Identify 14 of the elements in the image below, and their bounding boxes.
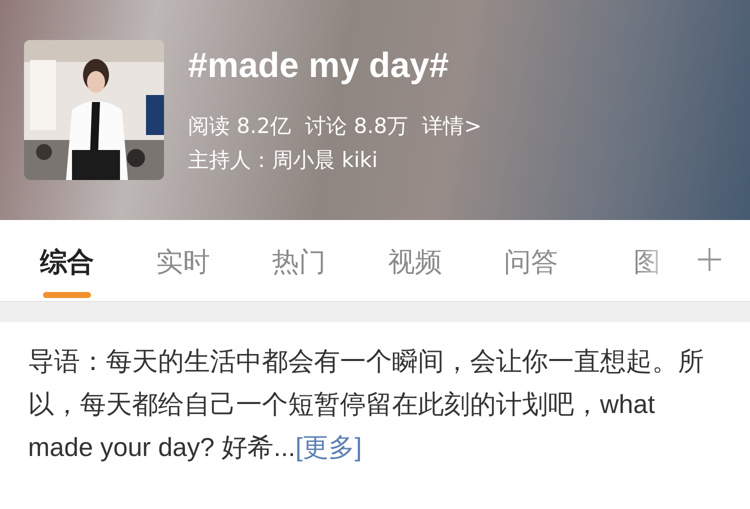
tab[interactable]: 问答 <box>473 220 589 301</box>
topic-title: #made my day# <box>188 46 450 86</box>
discussion-count: 讨论 8.8万 <box>305 113 408 140</box>
tab[interactable]: 视频 <box>357 220 473 301</box>
details-link[interactable]: 详情> <box>422 112 482 140</box>
tab[interactable]: 热门 <box>241 220 357 301</box>
intro-paragraph: 导语：每天的生活中都会有一个瞬间，会让你一直想起。所以，每天都给自己一个短暂停留在此刻的计划吧，what made your day? 好希...[更多] <box>27 345 705 464</box>
tab[interactable]: 图 <box>589 220 705 301</box>
tab[interactable]: 实时 <box>125 220 241 301</box>
add-icon[interactable] <box>697 247 722 272</box>
tab[interactable]: 综合 <box>9 220 125 301</box>
host-label: 主持人：周小晨 kiki <box>188 147 379 174</box>
read-count: 阅读 8.2亿 <box>188 113 292 140</box>
more-link[interactable]: [更多] <box>295 432 362 462</box>
